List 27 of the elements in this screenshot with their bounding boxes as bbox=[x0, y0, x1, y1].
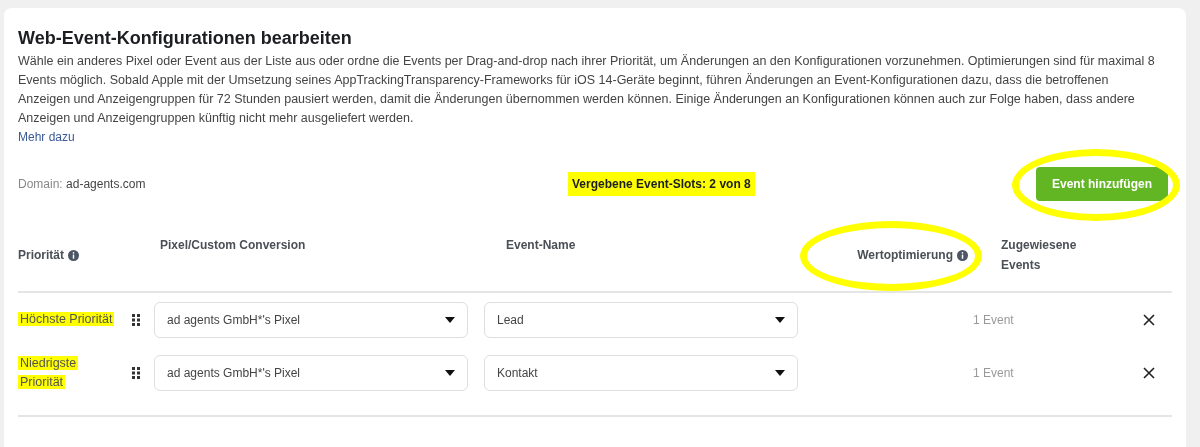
column-header: Pixel/Custom Conversion bbox=[160, 237, 306, 254]
panel-title: Web-Event-Konfigurationen bearbeiten bbox=[18, 27, 353, 50]
caret-icon bbox=[775, 369, 785, 376]
assigned-events-text: 1 Event bbox=[973, 311, 1015, 329]
dropdown-select[interactable]: Kontakt bbox=[484, 354, 798, 391]
description-text: Wähle ein anderes Pixel oder Event aus der Liste aus oder ordne die Events per Drag-and-drop nach ihrer Priorität, um Änderungen an den Konfigurationen vorzunehmen. Optimierungen sind für maximal 8 Events möglich. Sobald Apple mit der Umsetzung seines AppTrackingTransparency-Frameworks für iOS 14-Geräte beginnt, führen Änderungen an Event-Konfigurationen dazu, dass die betroffenen Anzeigen und Anzeigengruppen für 72 Stunden pausiert werden, damit die Änderungen übernommen werden können. Einige Änderungen an Konfigurationen können auch zur Folge haben, dass andere Anzeigen und Anzeigengruppen künftig nicht mehr ausgeliefert werden. bbox=[18, 53, 1156, 127]
close-icon bbox=[1143, 313, 1155, 326]
domain-label: Domain: bbox=[18, 177, 63, 191]
priority-label: Niedrigste Priorität bbox=[18, 354, 80, 391]
more-link[interactable]: Mehr dazu bbox=[18, 128, 75, 147]
caret-icon bbox=[775, 316, 785, 323]
dropdown-select[interactable]: ad agents GmbH*'s Pixel bbox=[154, 354, 468, 391]
slots-text: Vergebene Event-Slots: 2 von 8 bbox=[568, 172, 755, 196]
assigned-events-text: 1 Event bbox=[973, 364, 1015, 382]
column-header: Wertoptimierung bbox=[857, 245, 968, 265]
drag-handle-icon[interactable] bbox=[132, 366, 140, 379]
priority-label: Höchste Priorität bbox=[18, 311, 116, 328]
caret-icon bbox=[445, 369, 455, 376]
column-header: Zugewiesene Events bbox=[1001, 237, 1078, 274]
column-header: Event-Name bbox=[506, 237, 576, 254]
domain-value: ad-agents.com bbox=[66, 177, 146, 191]
close-icon bbox=[1143, 366, 1155, 379]
column-header: Priorität bbox=[18, 245, 79, 265]
dropdown-select[interactable]: Lead bbox=[484, 301, 798, 338]
drag-handle-icon[interactable] bbox=[132, 313, 140, 326]
dropdown-select[interactable]: ad agents GmbH*'s Pixel bbox=[154, 301, 468, 338]
caret-icon bbox=[445, 316, 455, 323]
